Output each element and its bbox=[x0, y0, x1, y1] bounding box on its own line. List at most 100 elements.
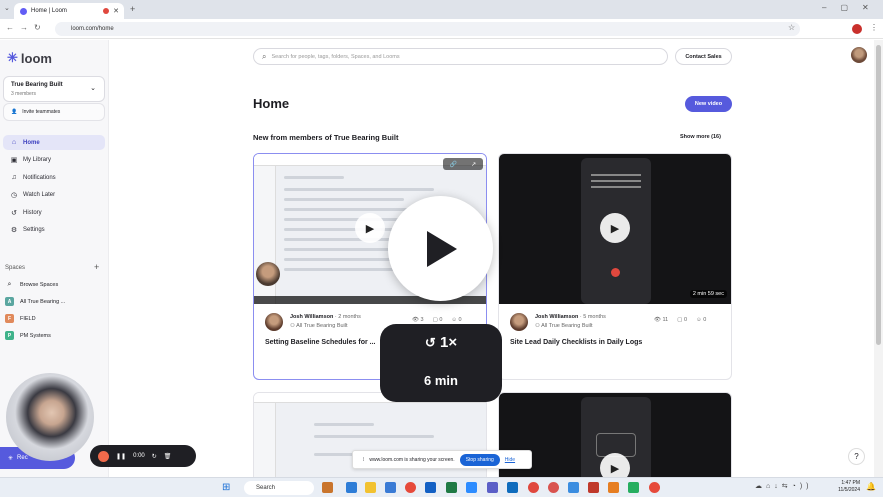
chrome-icon[interactable] bbox=[649, 482, 660, 493]
loom-logo[interactable]: ✳ loom bbox=[7, 50, 52, 66]
show-more-link[interactable]: Show more (16) bbox=[680, 134, 721, 140]
trash-icon[interactable]: 🗑 bbox=[164, 453, 172, 460]
camera-bubble[interactable] bbox=[6, 373, 94, 461]
taskbar-app-icon[interactable] bbox=[507, 482, 518, 493]
video-title[interactable]: Site Lead Daily Checklists in Daily Logs bbox=[510, 339, 642, 346]
recording-indicator-icon bbox=[103, 8, 110, 14]
play-icon[interactable]: ▶ bbox=[600, 453, 630, 477]
hide-banner-link[interactable]: Hide bbox=[505, 457, 515, 463]
sidebar-item-space-all[interactable]: A All True Bearing ... bbox=[5, 297, 105, 306]
pause-icon[interactable]: ❚❚ bbox=[116, 453, 126, 460]
browser-menu-icon[interactable]: ⋮ bbox=[870, 23, 878, 32]
scrollbar-thumb[interactable] bbox=[876, 45, 881, 345]
folder-icon[interactable] bbox=[365, 482, 376, 493]
sidebar-item-space-field[interactable]: F FIELD bbox=[5, 314, 105, 323]
taskbar-app-icon[interactable] bbox=[588, 482, 599, 493]
sidebar-item-settings[interactable]: ⚙ Settings bbox=[3, 222, 105, 237]
share-text: www.loom.com is sharing your screen. bbox=[369, 456, 455, 463]
author-name[interactable]: Josh Williamson bbox=[290, 314, 333, 320]
window-controls[interactable]: –▢✕ bbox=[822, 3, 883, 12]
taskbar-app-icon[interactable] bbox=[346, 482, 357, 493]
restart-icon[interactable]: ↻ bbox=[152, 453, 157, 460]
sidebar-item-my-library[interactable]: ▣ My Library bbox=[3, 152, 105, 167]
play-icon[interactable]: ▶ bbox=[355, 213, 385, 243]
speed-value: 1× bbox=[439, 334, 458, 351]
taskbar-app-icon[interactable] bbox=[528, 482, 539, 493]
workspace-switcher[interactable]: True Bearing Built 3 members ⌄ bbox=[3, 76, 105, 102]
system-tray-icons[interactable]: ☁⌂↓⇆◔)) bbox=[755, 482, 812, 490]
taskbar-app-icon[interactable] bbox=[548, 482, 559, 493]
space-name: All True Bearing Built bbox=[296, 323, 348, 329]
playback-speed[interactable]: ↺ 1× bbox=[380, 334, 502, 351]
taskbar-app-icon[interactable] bbox=[385, 482, 396, 493]
video-thumbnail[interactable]: ▶ 2 min 59 sec bbox=[499, 154, 731, 304]
playback-info-pill[interactable]: ↺ 1× 6 min bbox=[380, 324, 502, 402]
comments-count: 0 bbox=[439, 317, 443, 323]
sidebar-item-home[interactable]: ⌂ Home bbox=[3, 135, 105, 150]
space-badge: P bbox=[5, 331, 14, 340]
author-line: Josh Williamson · 2 months bbox=[290, 314, 361, 320]
sidebar-item-notifications[interactable]: ♫ Notifications bbox=[3, 170, 105, 185]
space-name: All True Bearing Built bbox=[541, 323, 593, 329]
page-scrollbar[interactable] bbox=[874, 40, 883, 477]
recording-timer: 0:00 bbox=[133, 453, 145, 459]
zoom-icon[interactable] bbox=[466, 482, 477, 493]
notification-bell-icon[interactable]: 🔔 bbox=[866, 482, 876, 491]
bookmark-star-icon[interactable]: ☆ bbox=[788, 23, 795, 32]
card-actions[interactable]: 🔗 ↗ bbox=[443, 158, 483, 170]
stop-recording-icon[interactable] bbox=[98, 450, 109, 462]
outlook-icon[interactable] bbox=[425, 482, 436, 493]
sidebar-item-space-pm[interactable]: P PM Systems bbox=[5, 331, 105, 340]
taskbar-app-icon[interactable] bbox=[608, 482, 619, 493]
author-avatar bbox=[265, 313, 283, 331]
taskbar-search[interactable]: Search bbox=[244, 481, 314, 495]
help-button[interactable]: ? bbox=[848, 448, 865, 465]
tab-title: Home | Loom bbox=[31, 8, 67, 14]
browser-tab[interactable]: Home | Loom ✕ bbox=[14, 3, 124, 19]
sidebar-item-watch-later[interactable]: ◷ Watch Later bbox=[3, 187, 105, 202]
taskbar-clock[interactable]: 1:47 PM 11/5/2024 bbox=[832, 480, 860, 494]
play-icon[interactable]: ▶ bbox=[600, 213, 630, 243]
stop-sharing-button[interactable]: Stop sharing bbox=[459, 453, 500, 466]
tab-search-icon[interactable]: ⌄ bbox=[4, 4, 10, 12]
views-count: 3 bbox=[420, 317, 424, 323]
space-label: Browse Spaces bbox=[20, 282, 59, 288]
sidebar-item-browse-spaces[interactable]: ⌕ Browse Spaces bbox=[5, 281, 105, 289]
user-avatar[interactable] bbox=[851, 47, 867, 63]
emoji-icon: ☺ bbox=[451, 317, 457, 323]
add-space-icon[interactable]: + bbox=[94, 262, 99, 272]
author-name[interactable]: Josh Williamson bbox=[535, 314, 578, 320]
video-card[interactable]: ▶ 2 min 59 sec Josh Williamson · 5 month… bbox=[498, 153, 732, 380]
link-icon[interactable]: 🔗 bbox=[450, 161, 457, 168]
sidebar-item-history[interactable]: ↺ History bbox=[3, 205, 105, 220]
external-link-icon[interactable]: ↗ bbox=[471, 161, 476, 168]
drag-handle-icon[interactable]: ⁞ bbox=[363, 457, 364, 463]
nav-buttons[interactable]: ←→↻ bbox=[6, 23, 47, 32]
taskbar-app-icon[interactable] bbox=[628, 482, 639, 493]
excel-icon[interactable] bbox=[446, 482, 457, 493]
search-input[interactable]: ⌕ Search for people, tags, folders, Spac… bbox=[253, 48, 668, 65]
new-video-button[interactable]: New video bbox=[685, 96, 732, 112]
windows-start-icon[interactable]: ⊞ bbox=[222, 482, 230, 493]
video-thumbnail[interactable]: ▶ bbox=[499, 393, 731, 477]
taskbar-app-icon[interactable] bbox=[322, 482, 333, 493]
speed-icon: ↺ bbox=[424, 335, 436, 350]
chrome-icon[interactable] bbox=[405, 482, 416, 493]
close-tab-icon[interactable]: ✕ bbox=[113, 7, 119, 15]
taskbar-app-icon[interactable] bbox=[568, 482, 579, 493]
comment-icon: ▢ bbox=[432, 317, 438, 323]
reactions-count: 0 bbox=[703, 317, 707, 323]
profile-avatar-icon[interactable] bbox=[852, 24, 862, 34]
search-placeholder: Search for people, tags, folders, Spaces… bbox=[271, 53, 400, 60]
comment-icon: ▢ bbox=[677, 317, 683, 323]
video-card[interactable]: ▶ bbox=[498, 392, 732, 477]
space-label: All True Bearing ... bbox=[20, 298, 66, 305]
large-play-button[interactable] bbox=[388, 196, 493, 301]
url-field[interactable]: loom.com/home bbox=[55, 22, 800, 36]
comments-stat: ▢ 0 bbox=[677, 317, 687, 323]
video-title[interactable]: Setting Baseline Schedules for ... bbox=[265, 339, 375, 346]
teams-icon[interactable] bbox=[487, 482, 498, 493]
new-tab-icon[interactable]: + bbox=[130, 4, 135, 14]
contact-sales-button[interactable]: Contact Sales bbox=[675, 48, 732, 65]
invite-teammates-button[interactable]: 👤 Invite teammates bbox=[3, 103, 105, 121]
